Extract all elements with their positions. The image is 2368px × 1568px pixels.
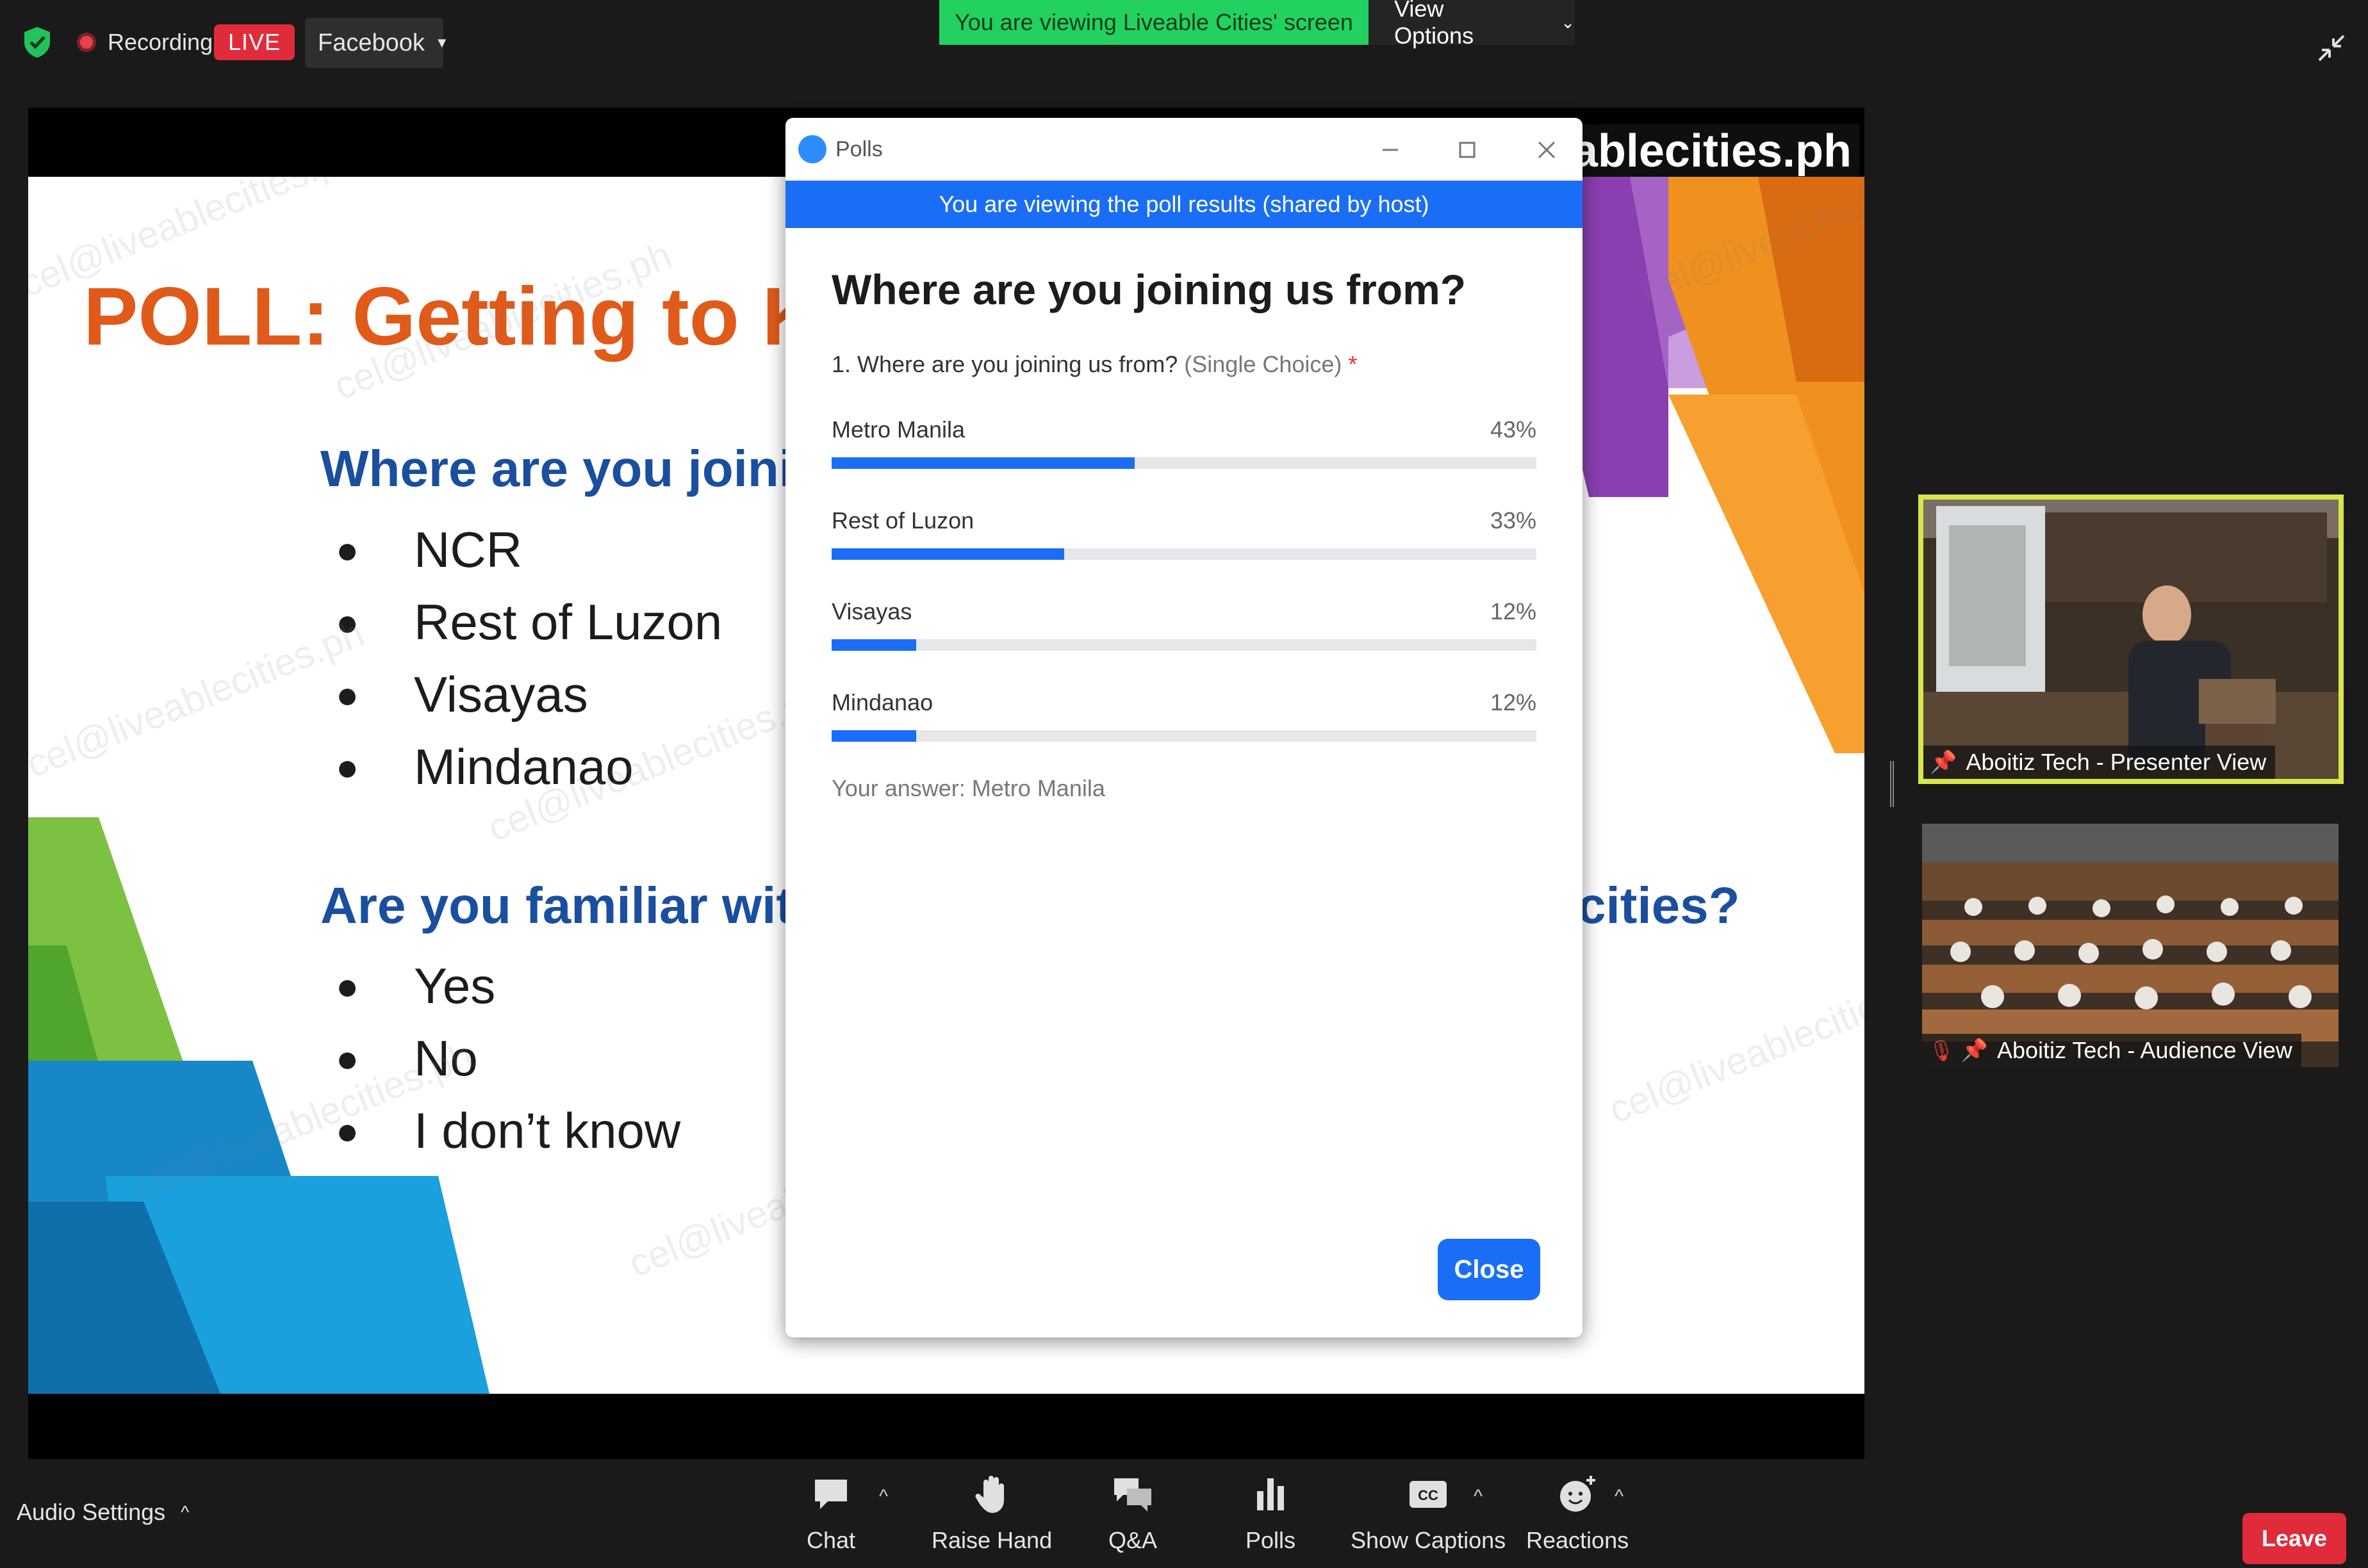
poll-result-bar [832, 730, 1536, 742]
record-dot-icon [77, 33, 96, 52]
list-item: ● Visayas [336, 666, 588, 723]
polls-icon [1257, 1478, 1285, 1510]
audience-name-label: Aboitiz Tech - Audience View [1996, 1037, 2292, 1063]
hand-icon [975, 1476, 1005, 1513]
poll-option-label: Rest of Luzon [832, 507, 974, 534]
chevron-down-icon: ⌄ [1561, 12, 1575, 32]
stream-target-label: Facebook [318, 29, 425, 56]
poll-option-percent: 33% [1490, 507, 1536, 534]
video-name-tag: 🎙 📌 Aboitiz Tech - Audience View [1922, 1034, 2301, 1067]
polls-button[interactable]: Polls [1246, 1472, 1295, 1554]
recording-indicator[interactable]: Recording [77, 27, 213, 58]
show-captions-label: Show Captions [1351, 1527, 1506, 1553]
audio-settings-button[interactable]: Audio Settings ^ [17, 1499, 189, 1526]
qa-icon [1114, 1478, 1152, 1512]
poll-option-label: Mindanao [832, 689, 933, 715]
presenter-video-frame [1923, 500, 2339, 779]
poll-option-percent: 43% [1490, 416, 1536, 443]
stream-target-dropdown[interactable]: Facebook ▼ [305, 18, 449, 68]
pin-icon: 📌 [1930, 750, 1957, 774]
pin-icon: 📌 [1961, 1038, 1988, 1063]
audio-settings-label: Audio Settings [17, 1499, 166, 1525]
view-options-button[interactable]: View Options ⌄ [1369, 0, 1575, 49]
reactions-label: Reactions [1526, 1527, 1629, 1553]
polls-window: Polls You are viewing the poll results (… [785, 118, 1583, 1337]
raise-hand-label: Raise Hand [932, 1527, 1053, 1553]
view-options-label: View Options [1394, 0, 1474, 49]
slide-question-2-end: cities? [1577, 877, 1740, 934]
maximize-icon[interactable] [1452, 135, 1483, 165]
poll-heading: Where are you joining us from? [832, 266, 1467, 313]
close-button[interactable]: Close [1438, 1239, 1540, 1300]
show-captions-button[interactable]: CC Show Captions [1351, 1472, 1506, 1554]
panel-resize-handle[interactable] [1890, 761, 1894, 807]
poll-option-percent: 12% [1490, 598, 1536, 625]
poll-result-fill [832, 730, 916, 742]
list-item: ● NCR [336, 521, 522, 578]
required-mark: * [1348, 351, 1358, 377]
poll-option-label: Metro Manila [832, 416, 966, 443]
muted-mic-icon: 🎙 [1928, 1039, 1955, 1062]
chat-label: Chat [806, 1527, 856, 1553]
your-answer: Your answer: Metro Manila [832, 775, 1105, 801]
recording-label: Recording [108, 29, 213, 55]
poll-result-bar [832, 457, 1536, 469]
svg-text:CC: CC [1418, 1487, 1438, 1503]
chevron-up-icon[interactable]: ^ [1474, 1486, 1483, 1508]
close-icon[interactable] [1531, 135, 1562, 165]
list-item: ● Yes [336, 958, 496, 1014]
poll-option: Rest of Luzon 33% [832, 507, 1536, 560]
polls-label: Polls [1246, 1527, 1296, 1553]
video-name-tag: 📌 Aboitiz Tech - Presenter View [1923, 746, 2276, 779]
poll-results-banner: You are viewing the poll results (shared… [785, 181, 1583, 228]
viewing-screen-banner: You are viewing Liveable Cities' screen [939, 0, 1369, 45]
raise-hand-button[interactable]: Raise Hand [932, 1472, 1052, 1554]
poll-result-fill [832, 457, 1135, 469]
chat-button[interactable]: Chat [806, 1472, 856, 1554]
meeting-toolbar: Audio Settings ^ Chat ^ Raise Hand Q&A P… [0, 1460, 2368, 1568]
chevron-up-icon[interactable]: ^ [879, 1486, 888, 1508]
presenter-name-label: Aboitiz Tech - Presenter View [1966, 749, 2267, 775]
live-badge: LIVE [214, 24, 295, 60]
poll-result-bar [832, 639, 1536, 651]
poll-result-fill [832, 639, 916, 651]
slide-site-text: eablecities.ph [1538, 124, 1859, 178]
slide-bullet-list-2: ● Yes ● No ● I don’t know [336, 950, 680, 1167]
zoom-logo-icon [798, 135, 826, 163]
chevron-up-icon[interactable]: ^ [1615, 1486, 1624, 1508]
poll-option: Metro Manila 43% [832, 416, 1536, 469]
reactions-button[interactable]: Reactions [1526, 1472, 1629, 1554]
video-tile-audience[interactable]: 🎙 📌 Aboitiz Tech - Audience View [1922, 824, 2339, 1067]
qa-label: Q&A [1108, 1527, 1158, 1553]
top-bar: Recording LIVE Facebook ▼ You are viewin… [0, 0, 2368, 83]
poll-option: Visayas 12% [832, 598, 1536, 651]
poll-body: Where are you joining us from? 1. Where … [785, 265, 1583, 802]
poll-option: Mindanao 12% [832, 689, 1536, 742]
poll-option-percent: 12% [1490, 689, 1536, 715]
exit-fullscreen-icon[interactable] [2315, 32, 2347, 64]
caret-down-icon: ▼ [434, 35, 449, 51]
chevron-up-icon: ^ [181, 1502, 190, 1522]
list-item: ● Rest of Luzon [336, 594, 723, 650]
leave-button[interactable]: Leave [2242, 1513, 2346, 1564]
shield-check-icon[interactable] [22, 26, 53, 59]
polls-title-bar: Polls [785, 118, 1583, 181]
poll-result-fill [832, 548, 1064, 560]
closed-captions-icon: CC [1410, 1481, 1447, 1508]
poll-result-bar [832, 548, 1536, 560]
poll-option-label: Visayas [832, 598, 912, 625]
minimize-icon[interactable] [1375, 135, 1406, 165]
audience-video-frame [1922, 824, 2339, 1067]
polls-window-title: Polls [835, 136, 883, 161]
poll-question: 1. Where are you joining us from? (Singl… [832, 351, 1358, 377]
smiley-icon [1560, 1476, 1596, 1512]
qa-button[interactable]: Q&A [1108, 1472, 1157, 1554]
chat-icon [815, 1480, 847, 1509]
video-tile-presenter[interactable]: 📌 Aboitiz Tech - Presenter View [1918, 494, 2344, 784]
